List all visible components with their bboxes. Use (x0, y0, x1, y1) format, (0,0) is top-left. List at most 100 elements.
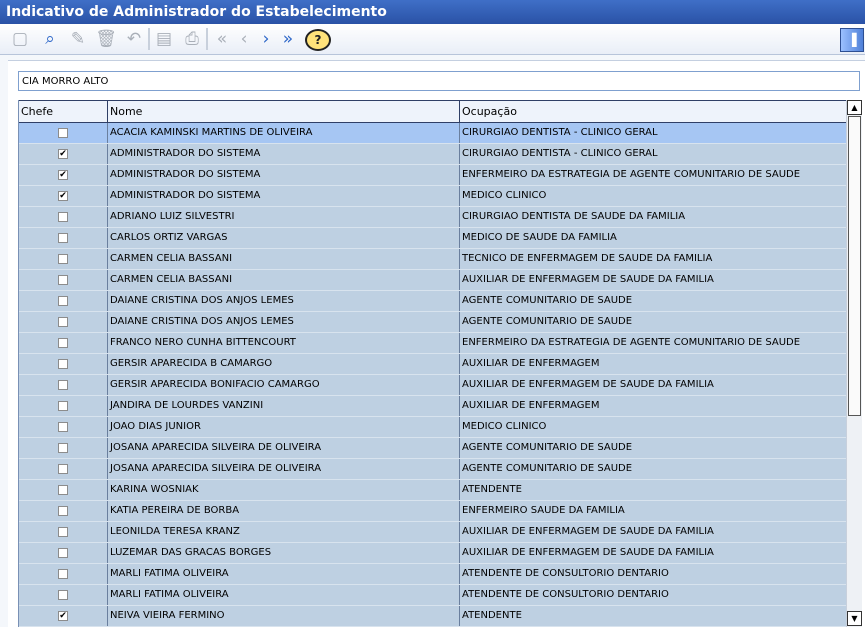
table-row[interactable]: KATIA PEREIRA DE BORBA ENFERMEIRO SAUDE D… (19, 501, 847, 522)
table-row[interactable]: ✔ ADMINISTRADOR DO SISTEMA CIRURGIAO DENTI… (19, 144, 847, 165)
table-row[interactable]: DAIANE CRISTINA DOS ANJOS LEMES AGENTE CO… (19, 312, 847, 333)
chefe-cell (19, 543, 108, 563)
table-row[interactable]: JOSANA APARECIDA SILVEIRA DE OLIVEIRA AGE… (19, 459, 847, 480)
table-row[interactable]: JOSANA APARECIDA SILVEIRA DE OLIVEIRA AGE… (19, 438, 847, 459)
column-header-chefe[interactable]: Chefe (19, 101, 108, 122)
chefe-cell (19, 354, 108, 374)
first-icon[interactable]: « (210, 27, 234, 51)
column-header-ocupacao[interactable]: Ocupação (460, 101, 847, 122)
ocupacao-cell: CIRURGIAO DENTISTA - CLINICO GERAL (462, 148, 658, 159)
ocupacao-cell: ENFERMEIRO DA ESTRATEGIA DE AGENTE COMUN… (462, 337, 801, 348)
establishment-field[interactable]: CIA MORRO ALTO (18, 71, 860, 91)
chefe-cell (19, 270, 108, 290)
table-row[interactable]: CARMEN CELIA BASSANI AUXILIAR DE ENFERMAG… (19, 270, 847, 291)
checked-checkbox[interactable]: ✔ (58, 149, 68, 159)
nome-cell: CARMEN CELIA BASSANI (108, 249, 460, 269)
table-row[interactable]: JANDIRA DE LOURDES VANZINI AUXILIAR DE EN… (19, 396, 847, 417)
unchecked-checkbox[interactable] (58, 527, 68, 537)
ocupacao-cell: AUXILIAR DE ENFERMAGEM (462, 358, 600, 369)
ocupacao-cell: AGENTE COMUNITARIO DE SAUDE (462, 463, 633, 474)
unchecked-checkbox[interactable] (58, 401, 68, 411)
print-icon[interactable]: ⎙ (180, 27, 204, 51)
nome-cell: MARLI FATIMA OLIVEIRA (108, 585, 460, 605)
chefe-cell (19, 291, 108, 311)
unchecked-checkbox[interactable] (58, 548, 68, 558)
help-icon[interactable]: ? (305, 29, 331, 51)
table-header: Chefe Nome Ocupação (19, 100, 847, 123)
nome-cell: JANDIRA DE LOURDES VANZINI (108, 396, 460, 416)
chefe-cell (19, 123, 108, 143)
column-header-nome[interactable]: Nome (108, 101, 460, 122)
nome-cell: GERSIR APARECIDA B CAMARGO (108, 354, 460, 374)
ocupacao-cell: AGENTE COMUNITARIO DE SAUDE (462, 442, 633, 453)
unchecked-checkbox[interactable] (58, 485, 68, 495)
unchecked-checkbox[interactable] (58, 128, 68, 138)
nome-cell: KATIA PEREIRA DE BORBA (108, 501, 460, 521)
table-row[interactable]: GERSIR APARECIDA BONIFACIO CAMARGO AUXILI… (19, 375, 847, 396)
exit-icon[interactable]: ▐ (840, 28, 864, 52)
table-row[interactable]: MARLI FATIMA OLIVEIRA ATENDENTE DE CONSUL… (19, 564, 847, 585)
table-row[interactable]: FRANCO NERO CUNHA BITTENCOURT ENFERMEIRO … (19, 333, 847, 354)
table-row[interactable]: ADRIANO LUIZ SILVESTRI CIRURGIAO DENTISTA… (19, 207, 847, 228)
save-icon[interactable]: ▤ (152, 27, 176, 51)
table-row[interactable]: CARLOS ORTIZ VARGAS MEDICO DE SAUDE DA FA… (19, 228, 847, 249)
checked-checkbox[interactable]: ✔ (58, 170, 68, 180)
table-row[interactable]: ✔ ADMINISTRADOR DO SISTEMA ENFERMEIRO DA E… (19, 165, 847, 186)
unchecked-checkbox[interactable] (58, 254, 68, 264)
vertical-scrollbar[interactable]: ▲ ▼ (846, 100, 862, 627)
ocupacao-cell: ATENDENTE DE CONSULTORIO DENTARIO (462, 568, 669, 579)
table-row[interactable]: JOAO DIAS JUNIOR MEDICO CLINICO (19, 417, 847, 438)
scroll-up-icon[interactable]: ▲ (847, 100, 862, 115)
unchecked-checkbox[interactable] (58, 233, 68, 243)
unchecked-checkbox[interactable] (58, 359, 68, 369)
last-icon[interactable]: » (276, 27, 300, 51)
unchecked-checkbox[interactable] (58, 275, 68, 285)
table-row[interactable]: CARMEN CELIA BASSANI TECNICO DE ENFERMAGE… (19, 249, 847, 270)
nome-cell: DAIANE CRISTINA DOS ANJOS LEMES (108, 291, 460, 311)
unchecked-checkbox[interactable] (58, 569, 68, 579)
unchecked-checkbox[interactable] (58, 464, 68, 474)
table-row[interactable]: DAIANE CRISTINA DOS ANJOS LEMES AGENTE CO… (19, 291, 847, 312)
scrollbar-thumb[interactable] (848, 116, 861, 416)
unchecked-checkbox[interactable] (58, 380, 68, 390)
chefe-cell (19, 249, 108, 269)
unchecked-checkbox[interactable] (58, 317, 68, 327)
chefe-cell (19, 480, 108, 500)
checked-checkbox[interactable]: ✔ (58, 191, 68, 201)
chefe-cell (19, 585, 108, 605)
unchecked-checkbox[interactable] (58, 212, 68, 222)
chefe-cell (19, 207, 108, 227)
next-icon[interactable]: › (254, 27, 278, 51)
unchecked-checkbox[interactable] (58, 296, 68, 306)
unchecked-checkbox[interactable] (58, 590, 68, 600)
unchecked-checkbox[interactable] (58, 422, 68, 432)
table-row[interactable]: MARLI FATIMA OLIVEIRA ATENDENTE DE CONSUL… (19, 585, 847, 606)
edit-icon[interactable]: ✎ (66, 27, 90, 51)
unchecked-checkbox[interactable] (58, 506, 68, 516)
scroll-down-icon[interactable]: ▼ (847, 611, 862, 626)
delete-icon[interactable]: 🗑 (94, 27, 118, 51)
table-row[interactable]: ✔ NEIVA VIEIRA FERMINO ATENDENTE (19, 606, 847, 627)
table-row[interactable]: KARINA WOSNIAK ATENDENTE (19, 480, 847, 501)
table-row[interactable]: ACACIA KAMINSKI MARTINS DE OLIVEIRA CIRUR… (19, 123, 847, 144)
nome-cell: JOSANA APARECIDA SILVEIRA DE OLIVEIRA (108, 459, 460, 479)
table-row[interactable]: ✔ ADMINISTRADOR DO SISTEMA MEDICO CLINICO (19, 186, 847, 207)
previous-icon[interactable]: ‹ (232, 27, 256, 51)
nome-cell: ADMINISTRADOR DO SISTEMA (108, 144, 460, 164)
new-icon[interactable]: ▢ (8, 27, 32, 51)
checked-checkbox[interactable]: ✔ (58, 611, 68, 621)
undo-icon[interactable]: ↶ (122, 27, 146, 51)
find-icon[interactable]: ⌕ (38, 27, 62, 51)
ocupacao-cell: AGENTE COMUNITARIO DE SAUDE (462, 316, 633, 327)
table-row[interactable]: LEONILDA TERESA KRANZ AUXILIAR DE ENFERMA… (19, 522, 847, 543)
chefe-cell (19, 333, 108, 353)
table-row[interactable]: LUZEMAR DAS GRACAS BORGES AUXILIAR DE ENF… (19, 543, 847, 564)
unchecked-checkbox[interactable] (58, 443, 68, 453)
ocupacao-cell: ATENDENTE (462, 610, 522, 621)
unchecked-checkbox[interactable] (58, 338, 68, 348)
nome-cell: LUZEMAR DAS GRACAS BORGES (108, 543, 460, 563)
table-row[interactable]: GERSIR APARECIDA B CAMARGO AUXILIAR DE EN… (19, 354, 847, 375)
chefe-cell (19, 396, 108, 416)
chefe-cell (19, 228, 108, 248)
nome-cell: JOAO DIAS JUNIOR (108, 417, 460, 437)
